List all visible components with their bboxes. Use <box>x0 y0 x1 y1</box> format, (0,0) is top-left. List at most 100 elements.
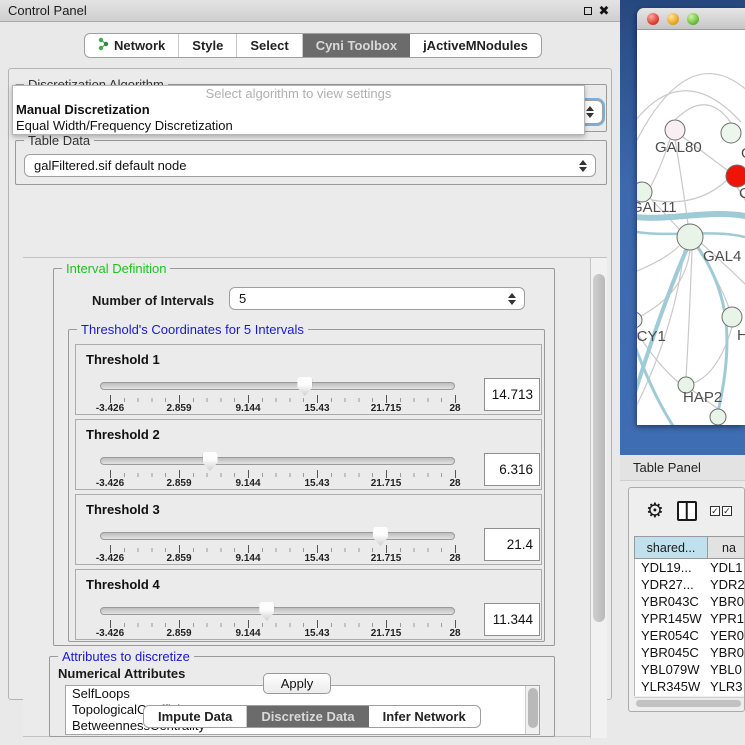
slider-tick-labels: -3.4262.8599.14415.4321.71528 <box>110 628 455 639</box>
slider-thumb[interactable] <box>203 452 218 471</box>
threshold-slider[interactable] <box>100 607 455 615</box>
cell-shared-name: YDR27... <box>635 577 708 592</box>
table-row[interactable]: YBR045CYBR0 <box>635 644 745 661</box>
table-row[interactable]: YER054CYER0 <box>635 627 745 644</box>
table-panel-titlebar: Table Panel <box>620 455 745 481</box>
cell-shared-name: YBR043C <box>635 594 708 609</box>
threshold-slider[interactable] <box>100 382 455 390</box>
threshold-slider[interactable] <box>100 457 455 465</box>
cell-shared-name: YBL079W <box>635 662 708 677</box>
table-horizontal-scrollbar[interactable] <box>634 697 745 707</box>
network-edge <box>675 105 731 123</box>
column-header-shared-name[interactable]: shared... <box>635 537 708 558</box>
slider-tick-labels: -3.4262.8599.14415.4321.71528 <box>110 478 455 489</box>
column-header-name[interactable]: na <box>708 537 745 558</box>
network-edge <box>637 91 741 125</box>
tab-network[interactable]: Network <box>85 34 179 57</box>
red-node[interactable] <box>726 165 745 187</box>
table-row[interactable]: YDL19...YDL1 <box>635 559 745 576</box>
algorithm-option-manual[interactable]: Manual Discretization <box>13 102 584 118</box>
tick-label: 28 <box>449 553 460 564</box>
algorithm-hint: Select algorithm to view settings <box>13 86 584 102</box>
tick-label: 21.715 <box>371 478 402 489</box>
tab-jactivemnodules[interactable]: jActiveMNodules <box>410 34 541 57</box>
table-header-row: shared... na <box>634 536 745 559</box>
threshold-panel-3: Threshold 3-3.4262.8599.14415.4321.71528 <box>75 494 542 565</box>
table-row[interactable]: YBL079WYBL0 <box>635 661 745 678</box>
apply-button[interactable]: Apply <box>263 673 331 694</box>
table-row[interactable]: YBR043CYBR0 <box>635 593 745 610</box>
settings-vertical-scrollbar[interactable] <box>590 258 607 738</box>
table-data-combo[interactable]: galFiltered.sif default node <box>24 154 596 177</box>
top-node[interactable] <box>721 123 741 143</box>
table-row[interactable]: YDR27...YDR2 <box>635 576 745 593</box>
cell-shared-name: YER054C <box>635 628 708 643</box>
tab-impute-data[interactable]: Impute Data <box>144 706 247 727</box>
slider-thumb[interactable] <box>259 602 274 621</box>
float-panel-button[interactable] <box>580 3 596 19</box>
corner-node[interactable] <box>710 409 726 425</box>
cell-name: YDR2 <box>708 577 745 592</box>
tab-label: Cyni Toolbox <box>316 38 397 53</box>
scrollbar-thumb[interactable] <box>593 274 605 622</box>
slider-ticks <box>110 470 456 478</box>
network-canvas[interactable]: GAL80GACGAL11GAL4GCY1HHAP2 <box>637 30 745 425</box>
tab-style[interactable]: Style <box>179 34 237 57</box>
table-row[interactable]: YIL052CYIL0 <box>635 695 745 696</box>
table-data-title: Table Data <box>24 133 94 148</box>
gear-icon[interactable]: ⚙ <box>646 501 664 521</box>
interval-definition-group: Interval Definition Number of Intervals … <box>53 268 555 646</box>
tick-label: 15.43 <box>304 403 329 414</box>
numerical-attributes-label: Numerical Attributes <box>58 666 185 681</box>
major-ticks <box>110 470 456 478</box>
network-view-window[interactable]: GAL80GACGAL11GAL4GCY1HHAP2 <box>637 8 745 425</box>
node-label-GAL80: GAL80 <box>655 139 702 156</box>
combo-arrows-icon <box>508 293 516 305</box>
threshold-slider[interactable] <box>100 532 455 540</box>
attributes-scrollbar[interactable] <box>525 686 539 734</box>
slider-thumb[interactable] <box>373 527 388 546</box>
threshold-value-field[interactable] <box>484 528 540 561</box>
close-window-icon[interactable] <box>647 13 659 25</box>
GAL4-node[interactable] <box>677 224 703 250</box>
tab-infer-network[interactable]: Infer Network <box>369 706 480 727</box>
float-icon <box>584 7 592 15</box>
slider-ticks <box>110 620 456 628</box>
cell-name: YBR0 <box>708 645 745 660</box>
tab-cyni-toolbox[interactable]: Cyni Toolbox <box>303 34 410 57</box>
threshold-value-field[interactable] <box>484 378 540 411</box>
H-node[interactable] <box>722 307 742 327</box>
GAL80-node[interactable] <box>665 120 685 140</box>
number-of-intervals-combo[interactable]: 5 <box>229 287 525 310</box>
zoom-window-icon[interactable] <box>687 13 699 25</box>
tick-label: 9.144 <box>235 403 260 414</box>
cell-name: YBL0 <box>708 662 745 677</box>
table-panel-title: Table Panel <box>633 460 701 475</box>
tab-select[interactable]: Select <box>237 34 302 57</box>
threshold-label: Threshold 1 <box>86 352 160 367</box>
node-label-GA: GA <box>741 145 745 162</box>
column-layout-icon[interactable] <box>677 501 697 521</box>
threshold-value-field[interactable] <box>484 603 540 636</box>
select-all-checkbox-icon-2[interactable]: ✓ <box>722 506 732 516</box>
table-row[interactable]: YLR345WYLR3 <box>635 678 745 695</box>
major-ticks <box>110 395 456 403</box>
GCY1-node[interactable] <box>637 312 642 328</box>
minimize-window-icon[interactable] <box>667 13 679 25</box>
select-all-checkbox-icon[interactable]: ✓ <box>710 506 720 516</box>
threshold-label: Threshold 4 <box>86 577 160 592</box>
table-row[interactable]: YPR145WYPR1 <box>635 610 745 627</box>
tick-label: 21.715 <box>371 628 402 639</box>
cell-shared-name: YPR145W <box>635 611 708 626</box>
combo-arrows-icon <box>579 160 587 172</box>
tab-label: Network <box>114 38 165 53</box>
close-panel-button[interactable]: ✖ <box>596 3 612 19</box>
threshold-value-field[interactable] <box>484 453 540 486</box>
slider-thumb[interactable] <box>297 377 312 396</box>
tick-label: 2.859 <box>166 553 191 564</box>
tab-discretize-data[interactable]: Discretize Data <box>247 706 368 727</box>
node-label-C: C <box>739 185 745 202</box>
application-root: Control Panel ✖ NetworkStyleSelectCyni T… <box>0 0 745 745</box>
algorithm-option-equal-width[interactable]: Equal Width/Frequency Discretization <box>13 118 584 134</box>
tick-label: 2.859 <box>166 478 191 489</box>
